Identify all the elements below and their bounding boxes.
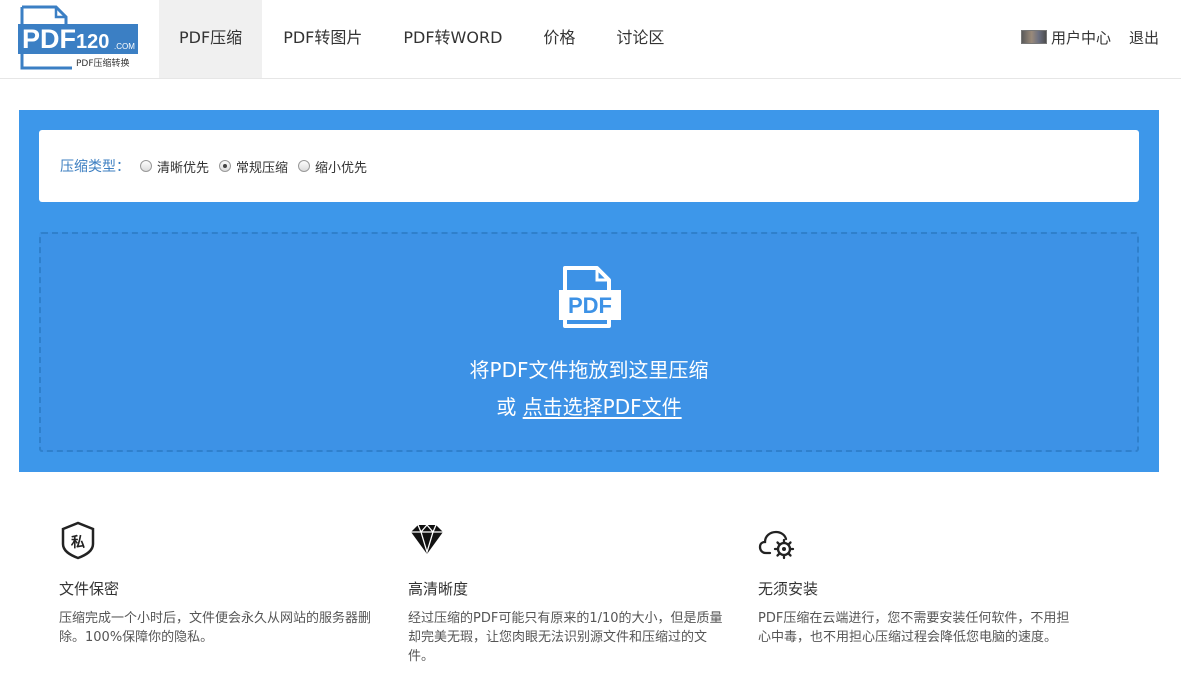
pdf-file-icon: PDF bbox=[559, 266, 621, 328]
privacy-shield-icon: 私 bbox=[61, 521, 95, 560]
logout-link[interactable]: 退出 bbox=[1129, 27, 1159, 48]
select-file-link[interactable]: 点击选择PDF文件 bbox=[523, 395, 682, 419]
radio-label: 缩小优先 bbox=[315, 160, 368, 176]
feature-privacy: 私 文件保密 压缩完成一个小时后，文件便会永久从网站的服务器删除。100%保障你… bbox=[59, 520, 379, 647]
feature-description: 经过压缩的PDF可能只有原来的1/10的大小，但是质量却完美无瑕，让您肉眼无法识… bbox=[408, 611, 723, 664]
radio-circle[interactable] bbox=[140, 160, 152, 172]
pdf-icon-text: PDF bbox=[568, 293, 612, 318]
nav-pdf-to-image[interactable]: PDF转图片 bbox=[263, 0, 382, 78]
radio-circle-checked[interactable] bbox=[219, 160, 232, 172]
user-area: 用户中心 退出 bbox=[1020, 0, 1159, 74]
drop-instruction: 将PDF文件拖放到这里压缩 bbox=[469, 358, 709, 382]
logo-tagline: PDF压缩转换 bbox=[76, 57, 130, 69]
nav-pdf-compress[interactable]: PDF压缩 bbox=[159, 0, 263, 78]
compression-radio-group: 清晰优先 常规压缩 缩小优先 bbox=[140, 157, 377, 176]
feature-description: PDF压缩在云端进行，您不需要安装任何软件，不用担心中毒，也不用担心压缩过程会降… bbox=[758, 611, 1070, 645]
feature-title: 文件保密 bbox=[59, 580, 120, 598]
main-nav: PDF压缩 PDF转图片 PDF转WORD 价格 讨论区 bbox=[159, 0, 684, 78]
site-logo[interactable]: PDF 120 .COM PDF压缩转换 bbox=[18, 4, 143, 72]
nav-forum[interactable]: 讨论区 bbox=[596, 0, 684, 78]
radio-normal-compress[interactable]: 常规压缩 bbox=[219, 157, 288, 176]
cloud-gear-icon bbox=[758, 530, 795, 560]
feature-title: 高清晰度 bbox=[408, 580, 469, 598]
compress-panel: 压缩类型： 清晰优先 常规压缩 缩小优先 PDF 将PDF文件拖放到这里压缩 或… bbox=[19, 110, 1159, 472]
logo-com-text: .COM bbox=[114, 42, 135, 51]
radio-smaller-first[interactable]: 缩小优先 bbox=[298, 157, 367, 176]
feature-title: 无须安装 bbox=[758, 580, 819, 598]
feature-description: 压缩完成一个小时后，文件便会永久从网站的服务器删除。100%保障你的隐私。 bbox=[59, 611, 372, 645]
shield-icon-char: 私 bbox=[71, 534, 85, 551]
compression-options: 压缩类型： 清晰优先 常规压缩 缩小优先 bbox=[39, 130, 1139, 202]
nav-pricing[interactable]: 价格 bbox=[523, 0, 595, 78]
radio-circle[interactable] bbox=[298, 160, 311, 172]
avatar[interactable] bbox=[1020, 30, 1047, 44]
file-dropzone[interactable]: PDF 将PDF文件拖放到这里压缩 或 点击选择PDF文件 bbox=[39, 232, 1139, 452]
or-text: 或 bbox=[496, 395, 517, 419]
logo-number-text: 120 bbox=[76, 31, 109, 53]
compression-type-label: 压缩类型： bbox=[60, 159, 130, 175]
radio-clarity-first[interactable]: 清晰优先 bbox=[140, 157, 209, 176]
user-center-link[interactable]: 用户中心 bbox=[1051, 27, 1111, 48]
radio-label: 清晰优先 bbox=[157, 160, 210, 176]
feature-no-install: 无须安装 PDF压缩在云端进行，您不需要安装任何软件，不用担心中毒，也不用担心压… bbox=[758, 520, 1078, 647]
nav-pdf-to-word[interactable]: PDF转WORD bbox=[383, 0, 522, 78]
radio-label: 常规压缩 bbox=[236, 160, 289, 176]
top-header: PDF 120 .COM PDF压缩转换 PDF压缩 PDF转图片 PDF转WO… bbox=[0, 0, 1181, 79]
logo-pdf-text: PDF bbox=[22, 24, 76, 54]
select-file-line: 或 点击选择PDF文件 bbox=[41, 391, 1137, 420]
diamond-icon bbox=[411, 524, 443, 555]
feature-clarity: 高清晰度 经过压缩的PDF可能只有原来的1/10的大小，但是质量却完美无瑕，让您… bbox=[408, 520, 728, 666]
